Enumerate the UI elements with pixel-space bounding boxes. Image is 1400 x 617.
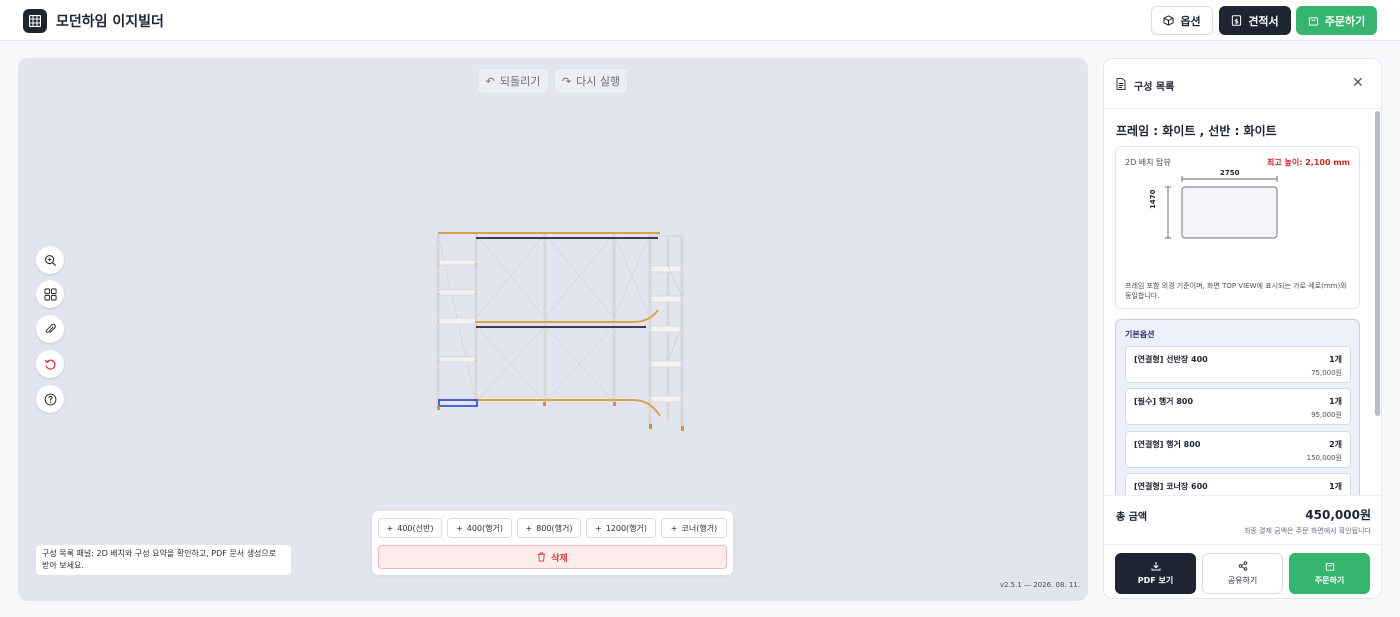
redo-label: 다시 실행 <box>576 75 621 88</box>
pdf-view-button[interactable]: PDF 보기 <box>1115 553 1196 594</box>
share-button[interactable]: 공유하기 <box>1202 553 1283 594</box>
add-400-hanger-button[interactable]: + 400(행거) <box>447 518 512 538</box>
option-item[interactable]: [필수] 행거 800 1개 95,000원 <box>1125 388 1351 425</box>
bag-icon <box>1325 563 1334 571</box>
depth-dimension: 1470 <box>1149 189 1157 209</box>
add-800-hanger-label: 800(행거) <box>536 523 573 533</box>
option-name: [연결형] 행거 800 <box>1134 440 1201 449</box>
delete-label: 삭제 <box>551 553 568 564</box>
total-value: 450,000원 <box>1305 508 1371 522</box>
total-label: 총 금액 <box>1116 512 1148 523</box>
shelf-3d-model[interactable] <box>428 226 698 441</box>
bag-icon <box>1308 17 1318 26</box>
zoom-in-icon <box>44 254 56 266</box>
options-button[interactable]: 옵션 <box>1151 6 1213 35</box>
option-quantity: 2개 <box>1329 440 1342 449</box>
reset-icon <box>44 359 55 370</box>
option-price: 95,000원 <box>1311 411 1342 419</box>
redo-button[interactable]: ↷ 다시 실행 <box>554 68 628 94</box>
add-400-shelf-button[interactable]: + 400(선반) <box>378 518 442 538</box>
plus-icon: + <box>594 523 602 533</box>
option-price: 150,000원 <box>1306 454 1342 462</box>
svg-text:$: $ <box>1235 17 1240 25</box>
option-item[interactable]: [연결형] 선반장 400 1개 75,000원 <box>1125 346 1351 383</box>
option-quantity: 1개 <box>1329 482 1342 491</box>
app-logo-icon <box>23 9 47 33</box>
total-note: 최종 결제 금액은 주문 화면에서 확인됩니다 <box>1243 527 1371 535</box>
plus-icon: + <box>525 523 533 533</box>
box-icon <box>1163 15 1174 26</box>
3d-canvas[interactable]: ↶ 되돌리기 ↷ 다시 실행 구성 목록 패널: 2D 배치와 구성 요약을 확… <box>18 58 1088 601</box>
options-title: 기본옵션 <box>1125 330 1155 339</box>
panel-header: 구성 목록 ✕ <box>1104 59 1381 109</box>
basic-options-card: 기본옵션 [연결형] 선반장 400 1개 75,000원 [필수] 행거 80… <box>1115 319 1360 509</box>
plus-icon: + <box>386 523 394 533</box>
add-corner-hanger-label: 코너(행거) <box>681 523 718 533</box>
share-label: 공유하기 <box>1227 576 1258 585</box>
add-800-hanger-button[interactable]: + 800(행거) <box>517 518 581 538</box>
delete-button[interactable]: 삭제 <box>378 545 727 569</box>
option-name: [필수] 행거 800 <box>1134 397 1194 406</box>
top-view-diagram <box>1165 176 1278 239</box>
attach-button[interactable] <box>36 315 64 343</box>
module-action-panel: + 400(선반) + 400(행거) + 800(행거) + 1200(행거)… <box>372 511 733 575</box>
top-view-note: 프레임 포함 외경 기준이며, 화면 TOP VIEW에 표시되는 가로·세로(… <box>1125 282 1347 300</box>
total-summary: 총 금액 450,000원 최종 결제 금액은 주문 화면에서 확인됩니다 <box>1104 495 1381 544</box>
order-label: 주문하기 <box>1324 14 1366 28</box>
grid-view-button[interactable] <box>36 280 64 308</box>
configuration-panel: 구성 목록 ✕ 프레임 : 화이트 , 선반 : 화이트 2D 배치 탑뷰 최고… <box>1103 58 1382 599</box>
pdf-view-label: PDF 보기 <box>1137 576 1174 585</box>
attach-icon <box>45 323 56 333</box>
add-400-shelf-label: 400(선반) <box>397 523 434 533</box>
order-button[interactable]: 주문하기 <box>1296 6 1377 35</box>
plus-icon: + <box>670 523 678 533</box>
panel-order-button[interactable]: 주문하기 <box>1289 553 1370 594</box>
help-icon <box>44 393 56 405</box>
add-1200-hanger-button[interactable]: + 1200(행거) <box>586 518 656 538</box>
options-label: 옵션 <box>1180 14 1201 28</box>
close-icon[interactable]: ✕ <box>1352 76 1364 90</box>
frame-color-title: 프레임 : 화이트 , 선반 : 화이트 <box>1116 124 1277 138</box>
panel-scrollbar[interactable] <box>1375 111 1380 416</box>
quote-label: 견적서 <box>1248 14 1279 28</box>
undo-icon: ↶ <box>485 74 495 88</box>
version-label: v2.5.1 — 2026. 08. 11. <box>999 581 1080 589</box>
trash-icon <box>538 552 546 562</box>
undo-label: 되돌리기 <box>499 75 541 88</box>
file-icon <box>1116 78 1126 90</box>
plus-icon: + <box>456 523 463 533</box>
add-corner-hanger-button[interactable]: + 코너(행거) <box>661 518 727 538</box>
option-quantity: 1개 <box>1329 355 1342 364</box>
option-price: 75,000원 <box>1311 369 1342 377</box>
quote-button[interactable]: $ 견적서 <box>1219 6 1291 35</box>
option-item[interactable]: [연결형] 행거 800 2개 150,000원 <box>1125 431 1351 468</box>
download-icon <box>1151 562 1160 571</box>
top-header: 모던하임 이지빌더 옵션 $ 견적서 주문하기 <box>0 0 1400 41</box>
document-icon: $ <box>1232 15 1242 26</box>
reset-button[interactable] <box>36 350 64 378</box>
zoom-in-button[interactable] <box>36 246 64 274</box>
redo-icon: ↷ <box>561 74 572 88</box>
app-title: 모던하임 이지빌더 <box>56 14 164 30</box>
share-icon <box>1238 561 1247 571</box>
option-name: [연결형] 선반장 400 <box>1134 355 1208 364</box>
option-quantity: 1개 <box>1329 397 1342 406</box>
add-400-hanger-label: 400(행거) <box>466 523 503 533</box>
help-button[interactable] <box>36 385 64 413</box>
max-height-label: 최고 높이: 2,100 mm <box>1267 158 1350 167</box>
grid-icon <box>43 287 57 301</box>
add-1200-hanger-label: 1200(행거) <box>605 523 648 533</box>
panel-title: 구성 목록 <box>1134 82 1175 93</box>
top-view-label: 2D 배치 탑뷰 <box>1125 158 1171 167</box>
width-dimension: 2750 <box>1220 169 1240 177</box>
panel-order-label: 주문하기 <box>1314 576 1345 585</box>
top-view-card: 2D 배치 탑뷰 최고 높이: 2,100 mm 2750 1470 프레임 포… <box>1115 146 1360 309</box>
panel-action-bar: PDF 보기 공유하기 주문하기 <box>1104 544 1381 598</box>
hint-text: 구성 목록 패널: 2D 배치와 구성 요약을 확인하고, PDF 문서 생성으… <box>36 545 291 575</box>
undo-button[interactable]: ↶ 되돌리기 <box>477 68 549 94</box>
option-name: [연결형] 코너장 600 <box>1134 482 1208 491</box>
